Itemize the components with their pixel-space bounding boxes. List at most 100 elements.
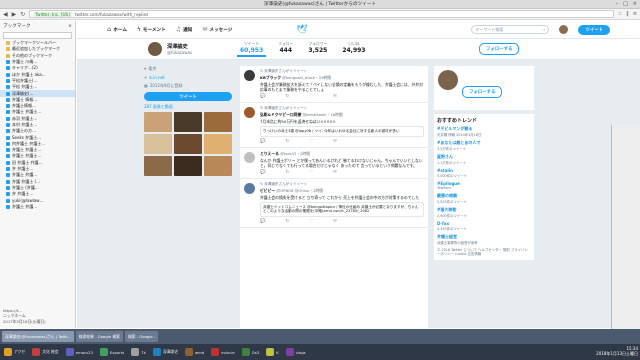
trend-item[interactable]: 星野さん 1.1万件のツイート <box>437 154 531 165</box>
tweet-avatar[interactable] <box>244 107 255 118</box>
trend-desc: 弁護士事務所の経営が参考 <box>437 241 478 245</box>
nav-messages[interactable]: ✉ メッセージ <box>202 26 232 33</box>
sidebar-search-input[interactable] <box>3 32 72 39</box>
retweet-icon[interactable]: ↻ <box>285 219 289 224</box>
quoted-tweet[interactable]: 弁護士ドットコムニュース @bengo4topics / 神社の仕組み 弁護士が… <box>260 201 424 217</box>
like-icon[interactable]: ♡ <box>309 94 313 99</box>
media-thumbnail[interactable] <box>144 112 172 132</box>
trend-item[interactable]: #stalin 5,000件のツイート <box>437 168 531 178</box>
media-thumbnail[interactable] <box>204 112 232 132</box>
dock-item[interactable]: vlogs <box>284 346 308 358</box>
tweet-name[interactable]: KBブラック <box>260 75 281 80</box>
minimize-icon[interactable]: – <box>616 1 619 7</box>
dm-icon[interactable]: ✉ <box>333 139 337 144</box>
retweet-icon[interactable]: ↻ <box>285 170 289 175</box>
sidebar-item-label: 弁護士 (弁護… <box>12 184 39 190</box>
search-input[interactable]: キーワード検索 ⌕ <box>471 25 550 34</box>
footer-links[interactable]: © 2018 Twitter について ヘルプセンター 規約 プライバシーポリシ… <box>437 248 531 257</box>
reply-icon[interactable]: 💬 <box>260 170 265 175</box>
trend-item[interactable]: #Epilogue Telecom <box>437 181 531 190</box>
tweet[interactable]: とりえーる @torii03・2時間 なんか 弁護士ポリー とか僕ってあんいるけれ… <box>240 148 428 179</box>
address-field[interactable]: Twitter, Inc. [US] twitter.com/fukazawas… <box>29 10 614 18</box>
reply-icon[interactable]: 💬 <box>260 139 265 144</box>
card-avatar[interactable] <box>438 70 458 90</box>
dock-item[interactable]: wmd <box>183 346 206 358</box>
maximize-icon[interactable]: □ <box>623 1 628 7</box>
avatar[interactable] <box>559 25 569 34</box>
forward-icon[interactable]: ▶ <box>12 11 17 18</box>
close-icon[interactable]: × <box>633 1 637 7</box>
media-thumbnail[interactable] <box>174 134 202 154</box>
media-thumbnail[interactable] <box>144 156 172 176</box>
trend-item[interactable]: 弁護士経営 弁護士事務所の経営が参考 <box>437 234 531 245</box>
dock-item[interactable]: 文化 総会 <box>30 346 60 358</box>
quoted-tweet[interactable]: りっけいの弁士3歳 @ippy08 / ツイ: 今年はいわゆる会社に対する新人の… <box>260 126 424 137</box>
dm-icon[interactable]: ✉ <box>333 219 337 224</box>
tweet[interactable]: ↻ 深澤諭史さんがリツイート 弘彰&ドクヤピーロ同僚 @kenalkashi・18… <box>240 103 428 148</box>
stat-1[interactable]: フォロー 444 <box>275 40 296 57</box>
sidebar-item[interactable]: 弁護士 弁護… <box>0 204 75 210</box>
trend-item[interactable]: D-fax 4,355件のツイート <box>437 221 531 231</box>
profile-tweet-button[interactable]: ツイート <box>144 92 232 101</box>
media-label[interactable]: 287 画像と動画 <box>144 104 234 110</box>
dock-item[interactable]: Ds3 <box>240 346 261 358</box>
media-thumbnail[interactable] <box>204 134 232 154</box>
reply-icon[interactable]: 💬 <box>260 219 265 224</box>
tweet-name[interactable]: 弘彰&ドクヤピーロ同僚 <box>260 112 301 117</box>
dock-item[interactable]: アクセ <box>2 346 27 358</box>
reply-icon[interactable]: 💬 <box>260 94 265 99</box>
nav-moments[interactable]: ϟ モーメント <box>137 26 166 33</box>
like-icon[interactable]: ♡ <box>309 219 313 224</box>
taskbar-button[interactable]: 検索結果 - Google 検索 <box>75 331 123 342</box>
tweet-avatar[interactable] <box>244 70 255 81</box>
media-thumbnail[interactable] <box>174 156 202 176</box>
dock-item[interactable]: K <box>264 346 281 358</box>
like-icon[interactable]: ♡ <box>309 170 313 175</box>
sidebar-date: 2017年5月18日(火曜日) <box>3 319 46 324</box>
menu-icon[interactable]: ≡ <box>633 11 637 17</box>
stat-0[interactable]: ツイート 60,953 <box>237 40 267 57</box>
tweet[interactable]: ↻ 深澤諭史さんがリツイート KBブラック @kengoshi_black・29時… <box>240 66 428 103</box>
more-icon[interactable]: ⋮ <box>514 43 520 50</box>
trend-item[interactable]: #猫大移動 2,900件のツイート <box>437 207 531 218</box>
twitter-bird-icon[interactable]: 🕊 <box>296 25 307 35</box>
back-icon[interactable]: ◀ <box>3 11 8 18</box>
trend-item[interactable]: #あなたは誰とあの人で 3.5万件のツイート <box>437 140 531 151</box>
dock-item[interactable]: evincie <box>209 346 237 358</box>
taskbar-button[interactable]: 検索 - Google - <box>124 331 159 342</box>
library-icon[interactable]: ‖ <box>626 11 629 17</box>
clock[interactable]: 15:34 2018年1月13日土曜日 <box>596 347 638 356</box>
media-thumbnail[interactable] <box>174 112 202 132</box>
tweet-name[interactable]: ビビビー <box>260 188 275 193</box>
tweet-button[interactable]: ツイート <box>578 24 610 35</box>
reload-icon[interactable]: ↻ <box>20 11 25 18</box>
tweet[interactable]: ↻ 深澤諭史さんがリツイート ビビビー @OPBO8 @Ohisu・2時間 弁護士会… <box>240 179 428 228</box>
like-icon[interactable]: ♡ <box>309 139 313 144</box>
app-icon <box>185 348 194 356</box>
profile-avatar[interactable] <box>147 41 163 57</box>
dock-item[interactable]: emacs23 <box>64 346 95 358</box>
dock-item[interactable]: Tk <box>129 346 148 358</box>
media-thumbnail[interactable] <box>204 156 232 176</box>
retweet-icon[interactable]: ↻ <box>285 139 289 144</box>
stat-2[interactable]: フォロワー 3,525 <box>305 40 330 57</box>
card-follow-button[interactable]: フォローする <box>462 86 503 98</box>
dm-icon[interactable]: ✉ <box>333 170 337 175</box>
nav-home[interactable]: ⌂ ホーム <box>107 26 127 33</box>
media-thumbnail[interactable] <box>144 134 172 154</box>
trend-item[interactable]: #デビルマンが観る 天井棚 情報 2014年3月18日 <box>437 126 531 137</box>
retweet-icon[interactable]: ↻ <box>285 94 289 99</box>
dock-item[interactable]: 深澤諭史 <box>151 346 180 358</box>
tweet-avatar[interactable] <box>244 182 255 194</box>
close-icon[interactable]: × <box>68 24 72 29</box>
dm-icon[interactable]: ✉ <box>333 94 337 99</box>
star-icon[interactable]: ☆ <box>618 11 622 17</box>
dock-item[interactable]: Exports <box>98 346 126 358</box>
tweet-name[interactable]: とりえーる <box>260 151 279 156</box>
nav-notifications[interactable]: ♫ 通知 <box>176 26 193 33</box>
folder-icon <box>6 47 10 52</box>
taskbar-button[interactable]: 深澤諭史(@fukazawas)さん | Twitt… <box>2 331 74 342</box>
stat-3[interactable]: いいね 24,993 <box>339 40 368 57</box>
trend-item[interactable]: 慶應の閉鎖 5,525件のツイート <box>437 193 531 204</box>
tweet-avatar[interactable] <box>244 151 255 163</box>
